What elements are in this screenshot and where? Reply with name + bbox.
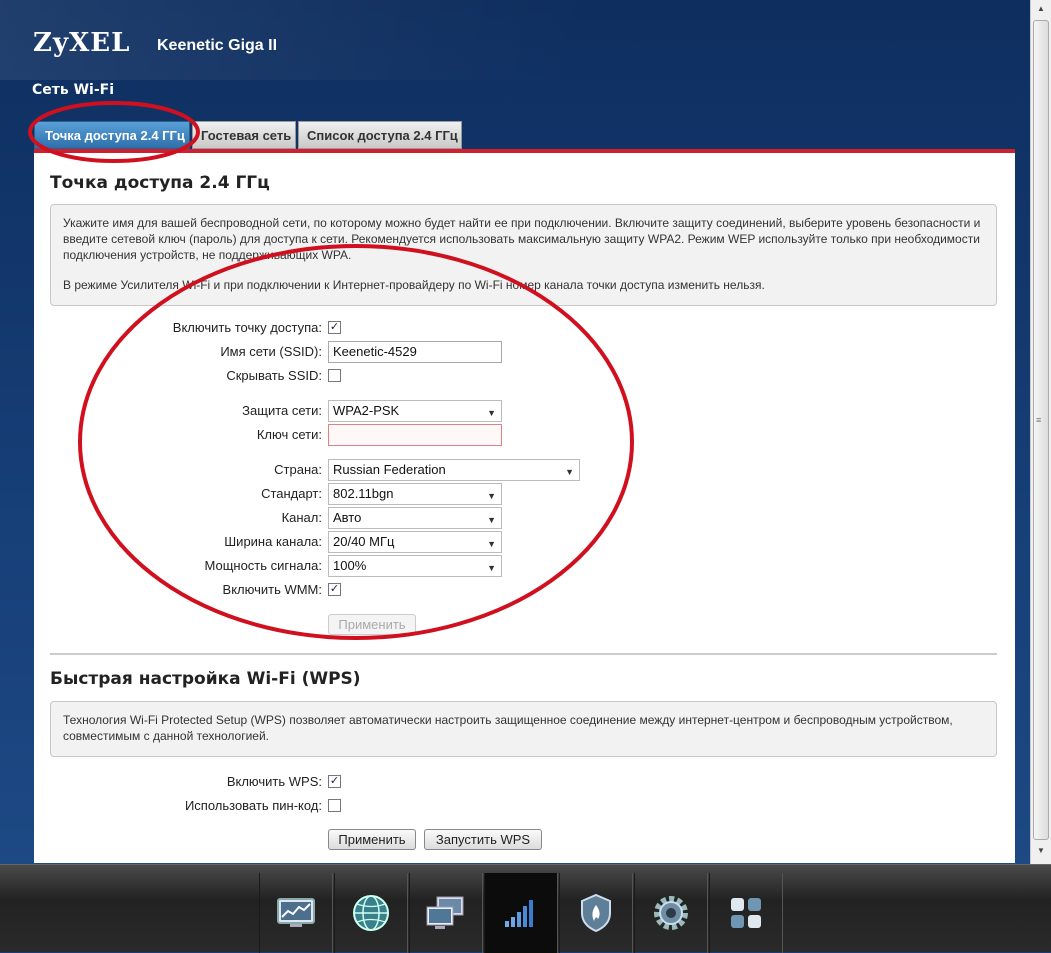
country-select[interactable]: Russian Federation ▼ [328,459,580,481]
security-select[interactable]: WPA2-PSK ▼ [328,400,502,422]
pin-label: Использовать пин-код: [184,798,322,813]
power-label: Мощность сигнала: [204,558,323,573]
enable-wps-label: Включить WPS: [226,774,322,789]
wps-info-text: Технология Wi-Fi Protected Setup (WPS) п… [63,713,953,743]
ap-info-box: Укажите имя для вашей беспроводной сети,… [50,204,997,306]
channel-width-value: 20/40 МГц [333,534,395,549]
row-power: Мощность сигнала: 100% ▼ [34,555,734,577]
channel-width-select[interactable]: 20/40 МГц ▼ [328,531,502,553]
bottom-taskbar [0,864,1051,953]
channel-value: Авто [333,510,362,525]
key-label: Ключ сети: [256,427,322,442]
ap-info-text: Укажите имя для вашей беспроводной сети,… [63,216,981,262]
wps-section-title: Быстрая настройка Wi-Fi (WPS) [50,669,361,689]
globe-icon [353,895,389,931]
ssid-input[interactable]: Keenetic-4529 [328,341,502,363]
channel-label: Канал: [281,510,322,525]
content-panel: Точка доступа 2.4 ГГц Укажите имя для ва… [34,153,1015,863]
channel-width-label: Ширина канала: [224,534,322,549]
tab-guest-network[interactable]: Гостевая сеть [192,121,296,149]
section-title: Сеть Wi-Fi [32,82,115,98]
row-key: Ключ сети: [34,424,734,446]
ap-apply-button[interactable]: Применить [328,614,416,635]
scroll-down-arrow-icon[interactable]: ▼ [1031,846,1051,860]
taskbar-network-button[interactable] [409,873,483,953]
pin-checkbox[interactable] [328,799,341,812]
chevron-down-icon: ▼ [487,491,496,501]
ap-section-title: Точка доступа 2.4 ГГц [50,173,270,193]
wifi-signal-bars-icon [505,900,533,927]
zyxel-logo: ZyXEL [33,28,131,58]
section-divider [50,653,997,655]
network-computers-icon [426,896,464,929]
vertical-scrollbar[interactable]: ▲ ≡ ▼ [1030,0,1051,864]
row-channel: Канал: Авто ▼ [34,507,734,529]
row-enable-ap: Включить точку доступа: ✓ [34,317,734,339]
apps-grid-icon [731,898,761,928]
tab-access-list-2-4[interactable]: Список доступа 2.4 ГГц [298,121,462,149]
row-channel-width: Ширина канала: 20/40 МГц ▼ [34,531,734,553]
chevron-down-icon: ▼ [487,408,496,418]
hide-ssid-label: Скрывать SSID: [226,368,322,383]
row-enable-wps: Включить WPS: ✓ [34,771,734,793]
row-standard: Стандарт: 802.11bgn ▼ [34,483,734,505]
taskbar-security-button[interactable] [559,873,633,953]
enable-wps-checkbox[interactable]: ✓ [328,775,341,788]
row-ssid: Имя сети (SSID): Keenetic-4529 [34,341,734,363]
standard-select[interactable]: 802.11bgn ▼ [328,483,502,505]
hide-ssid-checkbox[interactable] [328,369,341,382]
monitor-graph-icon [277,898,315,927]
chevron-down-icon: ▼ [487,515,496,525]
row-hide-ssid: Скрывать SSID: [34,365,734,387]
taskbar-internet-button[interactable] [334,873,408,953]
enable-ap-checkbox[interactable]: ✓ [328,321,341,334]
standard-value: 802.11bgn [333,486,394,501]
row-security: Защита сети: WPA2-PSK ▼ [34,400,734,422]
network-key-input[interactable] [328,424,502,446]
taskbar-system-button[interactable] [634,873,708,953]
scroll-thumb[interactable] [1033,20,1049,840]
taskbar-apps-button[interactable] [709,873,783,953]
ssid-label: Имя сети (SSID): [220,344,322,359]
country-label: Страна: [274,462,322,477]
chevron-down-icon: ▼ [565,467,574,477]
model-name: Keenetic Giga II [157,37,278,54]
wmm-checkbox[interactable]: ✓ [328,583,341,596]
grip-icon: ≡ [1036,415,1042,425]
scroll-up-arrow-icon[interactable]: ▲ [1031,4,1051,18]
security-shield-icon [581,893,611,933]
chevron-down-icon: ▼ [487,563,496,573]
taskbar-monitor-button[interactable] [259,873,333,953]
enable-ap-label: Включить точку доступа: [172,320,322,335]
power-value: 100% [333,558,367,573]
chevron-down-icon: ▼ [487,539,496,549]
wmm-label: Включить WMM: [222,582,322,597]
settings-gear-icon [654,896,688,930]
taskbar-wifi-button[interactable] [484,873,558,953]
wps-apply-button[interactable]: Применить [328,829,416,850]
tab-access-point-2-4[interactable]: Точка доступа 2.4 ГГц [34,121,190,149]
ap-info-note: В режиме Усилителя Wi-Fi и при подключен… [63,278,765,292]
security-value: WPA2-PSK [333,403,400,418]
security-label: Защита сети: [242,403,322,418]
row-country: Страна: Russian Federation ▼ [34,459,734,481]
start-wps-button[interactable]: Запустить WPS [424,829,542,850]
row-pin: Использовать пин-код: [34,795,734,817]
wps-info-box: Технология Wi-Fi Protected Setup (WPS) п… [50,701,997,757]
power-select[interactable]: 100% ▼ [328,555,502,577]
country-value: Russian Federation [333,462,446,477]
tab-bar: Точка доступа 2.4 ГГц Гостевая сеть Спис… [34,121,464,149]
standard-label: Стандарт: [261,486,322,501]
channel-select[interactable]: Авто ▼ [328,507,502,529]
row-wmm: Включить WMM: ✓ [34,579,734,601]
